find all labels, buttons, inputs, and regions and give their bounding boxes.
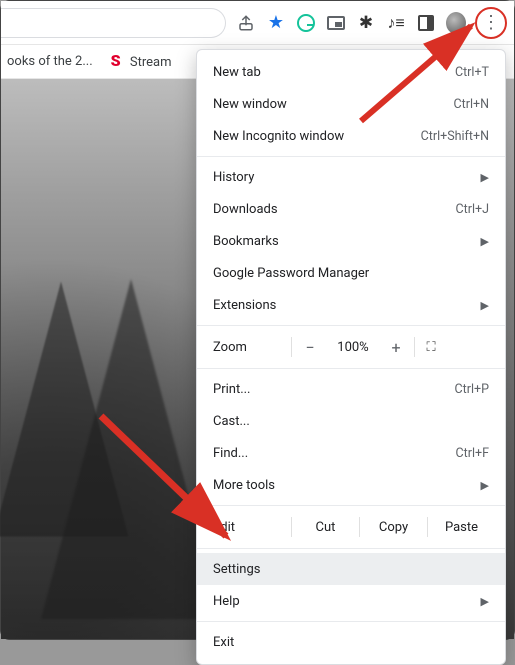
bookmark-label: Stream	[130, 55, 172, 70]
chevron-right-icon: ▶	[481, 171, 489, 184]
menu-password-manager[interactable]: Google Password Manager	[197, 257, 505, 289]
zoom-in-button[interactable]: +	[378, 338, 414, 357]
menu-incognito[interactable]: New Incognito window Ctrl+Shift+N	[197, 120, 505, 152]
zoom-out-button[interactable]: −	[292, 338, 328, 357]
menu-find[interactable]: Find... Ctrl+F	[197, 437, 505, 469]
menu-separator	[197, 368, 505, 369]
menu-history[interactable]: History ▶	[197, 161, 505, 193]
zoom-value: 100%	[328, 340, 378, 355]
menu-separator	[197, 505, 505, 506]
browser-toolbar: ★ ✱ ♪≡ ⋮	[1, 1, 514, 45]
menu-item-label: Help	[213, 594, 240, 609]
extensions-puzzle-icon[interactable]: ✱	[356, 13, 376, 33]
chevron-right-icon: ▶	[481, 299, 489, 312]
menu-item-shortcut: Ctrl+N	[453, 97, 489, 112]
profile-avatar-icon[interactable]	[446, 13, 466, 33]
menu-item-label: Extensions	[213, 298, 276, 313]
menu-separator	[197, 325, 505, 326]
bookmark-item[interactable]: ooks of the 2...	[7, 54, 93, 69]
media-controls-icon[interactable]: ♪≡	[386, 13, 406, 33]
chevron-right-icon: ▶	[481, 479, 489, 492]
menu-item-label: Settings	[213, 562, 260, 577]
menu-item-shortcut: Ctrl+T	[455, 65, 489, 80]
menu-item-label: Exit	[213, 635, 234, 650]
menu-help[interactable]: Help ▶	[197, 585, 505, 617]
menu-separator	[197, 548, 505, 549]
menu-edit-row: Edit Cut Copy Paste	[197, 510, 505, 544]
zoom-label: Zoom	[213, 340, 291, 355]
menu-item-label: Cast...	[213, 414, 250, 429]
fullscreen-button[interactable]: ⛶	[415, 340, 447, 355]
chrome-main-menu: New tab Ctrl+T New window Ctrl+N New Inc…	[196, 49, 506, 665]
menu-more-tools[interactable]: More tools ▶	[197, 469, 505, 501]
edit-copy-button[interactable]: Copy	[360, 520, 427, 535]
menu-item-label: New tab	[213, 65, 261, 80]
menu-zoom-row: Zoom − 100% + ⛶	[197, 330, 505, 364]
menu-print[interactable]: Print... Ctrl+P	[197, 373, 505, 405]
menu-new-tab[interactable]: New tab Ctrl+T	[197, 56, 505, 88]
chevron-right-icon: ▶	[481, 235, 489, 248]
menu-item-label: New window	[213, 97, 287, 112]
menu-bookmarks[interactable]: Bookmarks ▶	[197, 225, 505, 257]
edit-paste-button[interactable]: Paste	[428, 520, 495, 535]
menu-item-shortcut: Ctrl+J	[456, 202, 490, 217]
edit-label: Edit	[213, 520, 291, 535]
picture-in-picture-icon[interactable]	[326, 13, 346, 33]
menu-item-shortcut: Ctrl+Shift+N	[421, 129, 489, 144]
more-menu-button[interactable]: ⋮	[476, 8, 506, 38]
menu-item-shortcut: Ctrl+F	[455, 446, 489, 461]
menu-item-label: Downloads	[213, 202, 278, 217]
address-bar[interactable]	[1, 8, 226, 38]
menu-new-window[interactable]: New window Ctrl+N	[197, 88, 505, 120]
menu-downloads[interactable]: Downloads Ctrl+J	[197, 193, 505, 225]
chevron-right-icon: ▶	[481, 595, 489, 608]
menu-item-label: History	[213, 170, 254, 185]
menu-item-label: Google Password Manager	[213, 266, 369, 281]
menu-separator	[197, 156, 505, 157]
menu-item-label: New Incognito window	[213, 129, 344, 144]
menu-item-label: Bookmarks	[213, 234, 279, 249]
edit-cut-button[interactable]: Cut	[292, 520, 359, 535]
bookmark-star-icon[interactable]: ★	[266, 13, 286, 33]
share-icon[interactable]	[236, 13, 256, 33]
menu-exit[interactable]: Exit	[197, 626, 505, 658]
menu-cast[interactable]: Cast...	[197, 405, 505, 437]
bookmark-item[interactable]: S Stream	[111, 54, 172, 70]
menu-item-label: Print...	[213, 382, 250, 397]
bookmark-favicon: S	[111, 54, 127, 70]
menu-item-shortcut: Ctrl+P	[455, 382, 489, 397]
menu-extensions[interactable]: Extensions ▶	[197, 289, 505, 321]
menu-settings[interactable]: Settings	[197, 553, 505, 585]
side-panel-icon[interactable]	[416, 13, 436, 33]
menu-item-label: Find...	[213, 446, 248, 461]
menu-separator	[197, 621, 505, 622]
grammarly-icon[interactable]	[296, 13, 316, 33]
menu-item-label: More tools	[213, 478, 275, 493]
